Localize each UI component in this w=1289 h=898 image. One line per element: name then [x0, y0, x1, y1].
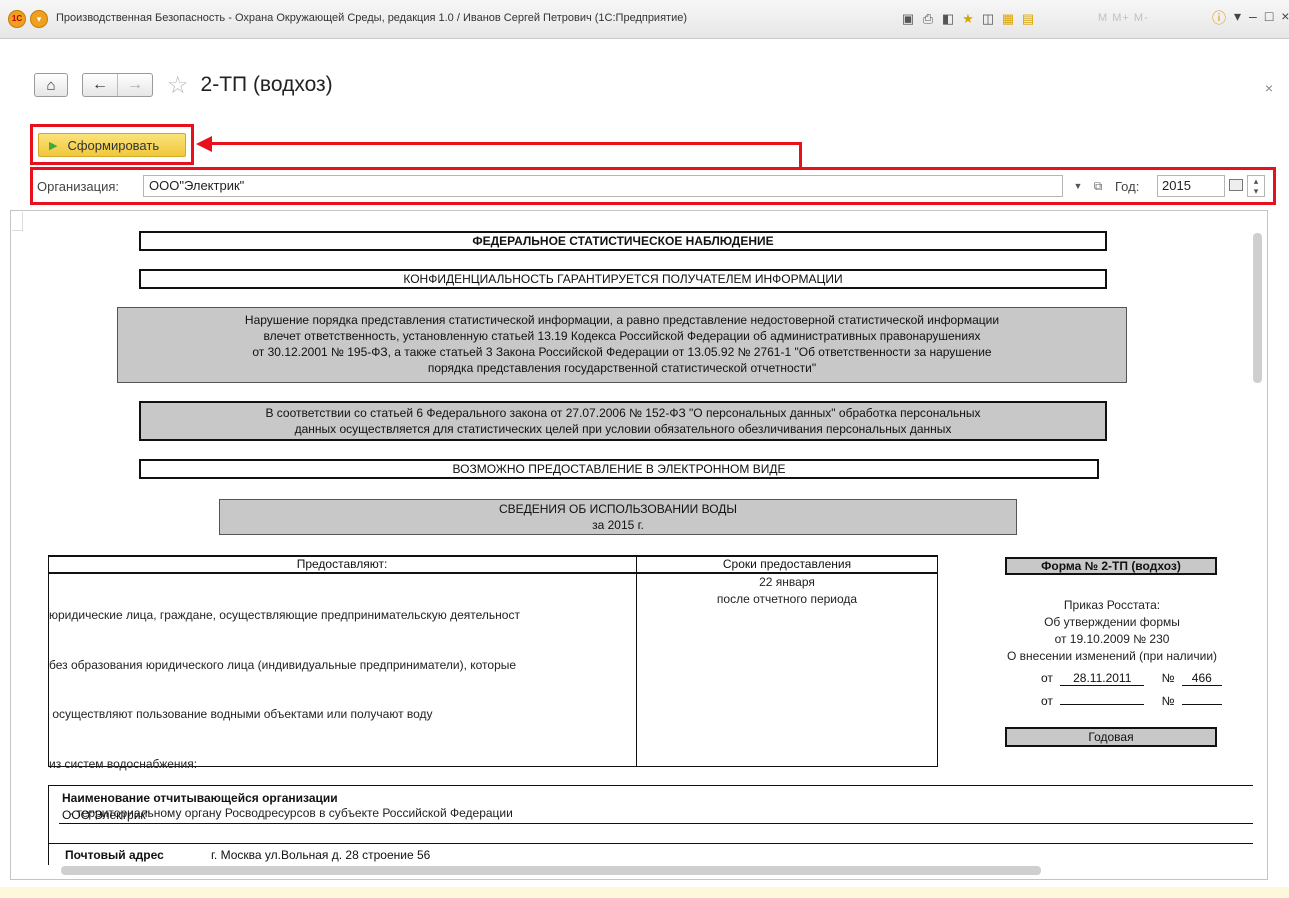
- column-header-providers: Предоставляют:: [296, 557, 388, 571]
- org-name-value: ООО"Электрик": [62, 808, 150, 822]
- generate-button[interactable]: ▶ Сформировать: [38, 133, 186, 157]
- generate-label: Сформировать: [67, 137, 160, 153]
- navigation-bar: ⌂ ← → ☆ 2-ТП (водхоз): [34, 70, 333, 100]
- horizontal-scrollbar[interactable]: [61, 866, 1041, 875]
- arrow-left-icon: ←: [92, 76, 108, 93]
- favorites-icon[interactable]: ★: [960, 11, 976, 27]
- column-header-deadline: Сроки предоставления: [722, 557, 852, 571]
- vertical-scrollbar[interactable]: [1253, 233, 1262, 383]
- order-block: Приказ Росстата: Об утверждении формы от…: [1006, 598, 1218, 663]
- amendment-line-1: от 28.11.2011 № 466: [1041, 671, 1222, 686]
- warning-block: Нарушение порядка представления статисти…: [117, 307, 1127, 383]
- memory-buttons[interactable]: M M+ M-: [1098, 12, 1149, 24]
- chevron-down-icon[interactable]: ▾: [1234, 8, 1241, 28]
- organization-field[interactable]: ООО"Электрик": [143, 175, 1063, 197]
- title-bar: 1С ▾ Производственная Безопасность - Охр…: [0, 0, 1289, 39]
- arrow-right-icon: →: [127, 76, 143, 93]
- calendar-icon[interactable]: [1229, 179, 1243, 191]
- save-icon[interactable]: ▣: [900, 11, 916, 27]
- window-title: Производственная Безопасность - Охрана О…: [56, 12, 688, 24]
- year-spinner[interactable]: ▴ ▾: [1247, 175, 1265, 197]
- page-title: 2-ТП (водхоз): [200, 73, 333, 96]
- favorite-star-icon[interactable]: ☆: [167, 71, 189, 100]
- home-icon: ⌂: [46, 76, 56, 94]
- home-button[interactable]: ⌂: [34, 73, 68, 97]
- play-icon: ▶: [49, 139, 58, 152]
- personal-data-block: В соответствии со статьей 6 Федерального…: [139, 401, 1107, 441]
- calendar-icon[interactable]: ▤: [1020, 11, 1036, 27]
- deadline-text: 22 января после отчетного периода: [716, 575, 858, 606]
- close-window-icon[interactable]: ×: [1281, 8, 1289, 28]
- org-name-label: Наименование отчитывающейся организации: [62, 791, 338, 805]
- report-heading-confidential: КОНФИДЕНЦИАЛЬНОСТЬ ГАРАНТИРУЕТСЯ ПОЛУЧАТ…: [139, 269, 1107, 289]
- info-icon[interactable]: ⓘ: [1212, 8, 1226, 28]
- annotation-arrow: [210, 142, 802, 145]
- generate-highlight: ▶ Сформировать: [30, 124, 194, 165]
- calculator-icon[interactable]: ▦: [1000, 11, 1016, 27]
- postal-address-value: г. Москва ул.Вольная д. 28 строение 56: [211, 848, 431, 862]
- maximize-icon[interactable]: □: [1265, 8, 1273, 28]
- main-menu-icon[interactable]: ▾: [30, 10, 48, 28]
- window-controls: ⓘ ▾ – □ ×: [1212, 8, 1289, 28]
- report-document[interactable]: ФЕДЕРАЛЬНОЕ СТАТИСТИЧЕСКОЕ НАБЛЮДЕНИЕ КО…: [10, 210, 1268, 880]
- status-strip: [0, 887, 1289, 898]
- report-title-block: СВЕДЕНИЯ ОБ ИСПОЛЬЗОВАНИИ ВОДЫ за 2015 г…: [219, 499, 1017, 535]
- annotation-arrow: [799, 142, 802, 168]
- electronic-notice: ВОЗМОЖНО ПРЕДОСТАВЛЕНИЕ В ЭЛЕКТРОННОМ ВИ…: [139, 459, 1099, 479]
- app-logo-icon[interactable]: 1С: [8, 10, 26, 28]
- history-icon[interactable]: ◫: [980, 11, 996, 27]
- filter-panel: Организация: ООО"Электрик" ▼ ⧉ Год: 2015…: [30, 167, 1276, 205]
- history-buttons: ← →: [82, 73, 153, 97]
- organization-label: Организация:: [37, 179, 120, 194]
- form-number-box: Форма № 2-ТП (водхоз): [1005, 557, 1217, 575]
- preview-icon[interactable]: ◧: [940, 11, 956, 27]
- annotation-arrow-head: [196, 136, 212, 152]
- back-button[interactable]: ←: [83, 74, 118, 96]
- close-form-icon[interactable]: ×: [1265, 80, 1273, 96]
- forward-button[interactable]: →: [118, 74, 152, 96]
- year-label: Год:: [1115, 179, 1140, 194]
- minimize-icon[interactable]: –: [1249, 8, 1257, 28]
- year-field[interactable]: 2015: [1157, 175, 1225, 197]
- chevron-down-icon[interactable]: ▼: [1069, 175, 1087, 197]
- open-icon[interactable]: ⧉: [1089, 175, 1107, 197]
- print-icon[interactable]: ⎙: [920, 11, 936, 27]
- annual-box: Годовая: [1005, 727, 1217, 747]
- amendment-line-2: от №: [1041, 690, 1222, 708]
- report-heading-federal: ФЕДЕРАЛЬНОЕ СТАТИСТИЧЕСКОЕ НАБЛЮДЕНИЕ: [139, 231, 1107, 251]
- title-toolbar: ▣ ⎙ ◧ ★ ◫ ▦ ▤: [900, 9, 1036, 29]
- postal-address-label: Почтовый адрес: [65, 848, 164, 862]
